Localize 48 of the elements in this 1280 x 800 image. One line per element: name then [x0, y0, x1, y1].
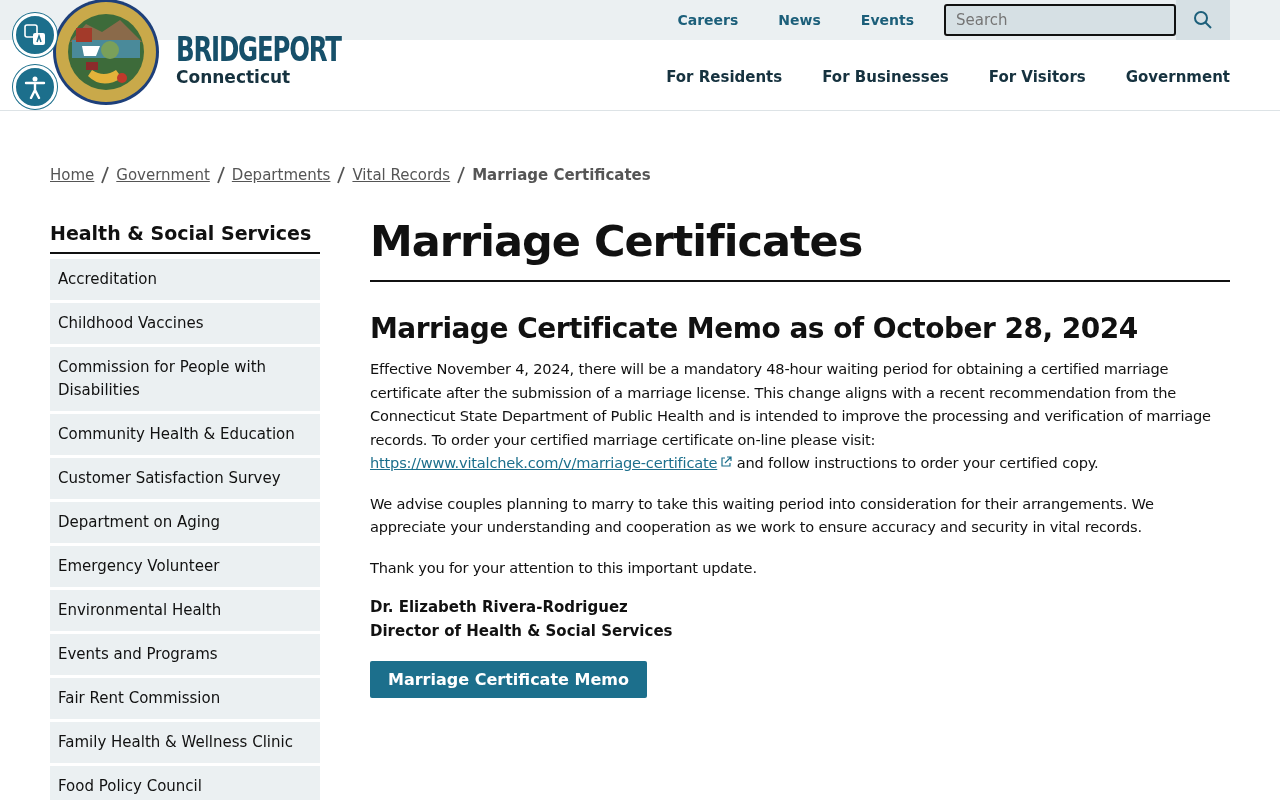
breadcrumb-link[interactable]: Home [50, 166, 95, 184]
paragraph: Thank you for your attention to this important update. [370, 557, 758, 578]
search-field[interactable]: Search [944, 4, 1176, 36]
sidebar-item[interactable]: Fair Rent Commission [50, 678, 320, 719]
sidebar-item[interactable]: Emergency Volunteer [50, 546, 320, 587]
nav-link[interactable]: Government [1125, 68, 1230, 86]
memo-button[interactable]: Marriage Certificate Memo [370, 661, 647, 698]
sidebar-item[interactable]: Department on Aging [50, 502, 320, 543]
separator-icon [337, 166, 346, 184]
sidebar-item[interactable]: Events and Programs [50, 634, 320, 675]
site-title[interactable]: BRIDGEPORT [176, 31, 341, 67]
sidebar-item[interactable]: Family Health & Wellness Clinic [50, 722, 320, 763]
sidebar-item[interactable]: Commission for People with Disabilities [50, 347, 320, 411]
external-link-icon [720, 456, 733, 468]
paragraph: We advise couples planning to marry to take this waiting period into consideration for their arrangements. We appreciate your understanding and cooperation as we work to ensure accuracy and security in vital records. [370, 493, 1155, 537]
separator-icon [101, 166, 110, 184]
site-subtitle: Connecticut [176, 67, 292, 87]
sidebar-title: Health & Social Services [50, 214, 320, 254]
nav-link[interactable]: For Businesses [822, 68, 949, 86]
translate-icon [24, 24, 46, 46]
sidebar-item[interactable]: Environmental Health [50, 590, 320, 631]
accessibility-icon [23, 75, 47, 99]
signature-line: Director of Health & Social Services [370, 620, 674, 642]
search-icon [1193, 10, 1213, 30]
sidebar-item[interactable]: Community Health & Education [50, 414, 320, 455]
sidebar-item[interactable]: Food Policy Council [50, 766, 320, 800]
memo-heading: Marriage Certificate Memo as of October 28, 2024 [370, 312, 1139, 345]
sidebar-item[interactable]: Accreditation [50, 259, 320, 300]
separator-icon [216, 166, 225, 184]
utility-link[interactable]: Events [860, 12, 914, 28]
utility-link[interactable]: Careers [677, 12, 739, 28]
nav-link[interactable]: For Residents [666, 68, 783, 86]
accessibility-button[interactable] [13, 65, 57, 109]
page-title: Marriage Certificates [370, 214, 1230, 282]
nav-link[interactable]: For Visitors [988, 68, 1086, 86]
breadcrumb-link[interactable]: Government [116, 166, 210, 184]
signature-line: Dr. Elizabeth Rivera-Rodriguez [370, 597, 629, 618]
breadcrumb-link[interactable]: Vital Records [352, 166, 451, 184]
breadcrumb-current: Marriage Certificates [472, 166, 651, 184]
link[interactable]: https://www.vitalchek.com/v/marriage-certificate [370, 454, 733, 471]
separator-icon [457, 166, 466, 184]
utility-link[interactable]: News [778, 12, 821, 28]
paragraph: Effective November 4, 2024, there will be a mandatory 48-hour waiting period for obtaining a certified marriage certificate after the submission of a marriage license. This change aligns with a recent recommendation from the Connecticut State Department of Public Health and is intended to improve the processing and verification of marriage records. To order your certified marriage certificate on-line please visit: https://www.vitalchek.com/v/marriage-certificate and follow instructions to order your certified copy. [370, 359, 1212, 473]
sidebar-item[interactable]: Customer Satisfaction Survey [50, 458, 320, 499]
search-button[interactable] [1176, 0, 1230, 40]
translate-button[interactable] [13, 13, 57, 57]
breadcrumb-link[interactable]: Departments [231, 166, 331, 184]
sidebar-item[interactable]: Childhood Vaccines [50, 303, 320, 344]
